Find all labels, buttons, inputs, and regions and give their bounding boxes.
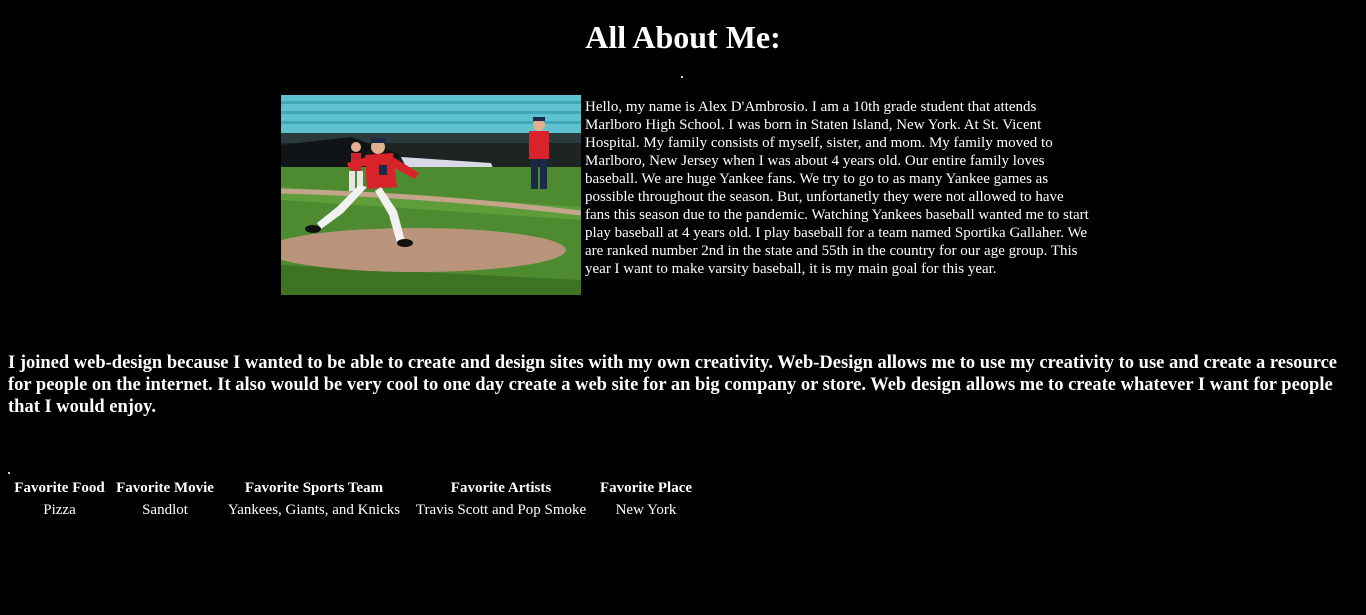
baseball-pitcher-photo bbox=[281, 95, 581, 295]
cell-favorite-sports-team: Yankees, Giants, and Knicks bbox=[227, 502, 401, 518]
header-favorite-sports-team: Favorite Sports Team bbox=[244, 480, 384, 496]
web-design-paragraph: I joined web-design because I wanted to … bbox=[8, 353, 1337, 417]
table-row: Pizza Sandlot Yankees, Giants, and Knick… bbox=[10, 500, 697, 520]
header-favorite-movie: Favorite Movie bbox=[116, 480, 214, 496]
favorites-table: Favorite Food Favorite Movie Favorite Sp… bbox=[8, 476, 699, 522]
cell-favorite-movie: Sandlot bbox=[142, 502, 188, 518]
page: All About Me: Hello, my name is Alex D'A… bbox=[0, 0, 1366, 615]
bio-paragraph: Hello, my name is Alex D'Ambrosio. I am … bbox=[585, 99, 1089, 277]
header-favorite-artists: Favorite Artists bbox=[450, 480, 552, 496]
cell-favorite-artists: Travis Scott and Pop Smoke bbox=[415, 502, 587, 518]
cell-favorite-place: New York bbox=[615, 502, 677, 518]
separator-dot bbox=[8, 472, 10, 474]
page-title: All About Me: bbox=[585, 19, 781, 55]
header-favorite-place: Favorite Place bbox=[599, 480, 693, 496]
cell-favorite-food: Pizza bbox=[43, 502, 76, 518]
table-header-row: Favorite Food Favorite Movie Favorite Sp… bbox=[10, 478, 697, 498]
header-favorite-food: Favorite Food bbox=[14, 480, 105, 496]
separator-dot bbox=[681, 76, 683, 78]
